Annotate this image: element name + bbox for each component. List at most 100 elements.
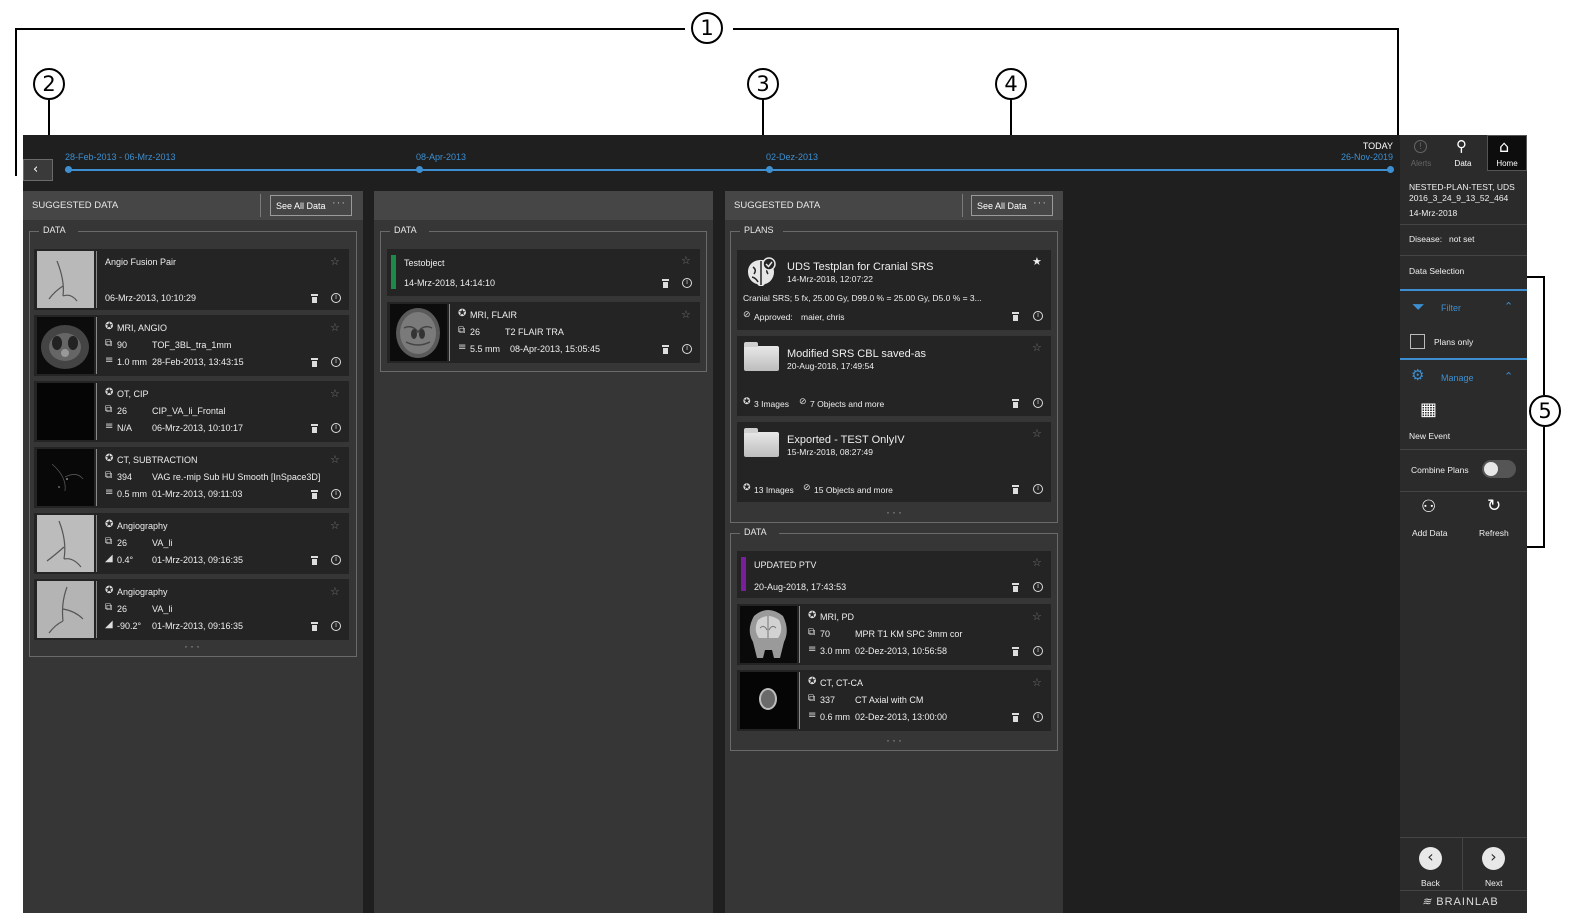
series-name: CIP_VA_li_Frontal [152, 406, 226, 416]
timeline-back-button[interactable]: ‹ [23, 159, 53, 181]
timeline-date-4[interactable]: 26-Nov-2019 [1341, 152, 1393, 162]
star-icon[interactable]: ☆ [330, 585, 340, 598]
back-button[interactable]: ‹ Back [1400, 838, 1462, 890]
manage-section-header[interactable]: ⚙ Manage ⌃ [1400, 358, 1527, 393]
timeline-date-2[interactable]: 08-Apr-2013 [416, 152, 466, 162]
plan-card-exported-test[interactable]: Exported - TEST OnlyIV 15-Mrz-2018, 08:2… [737, 422, 1051, 502]
timeline-track [65, 169, 1391, 171]
star-icon[interactable]: ☆ [330, 387, 340, 400]
data-card-ct-subtraction[interactable]: ✪ CT, SUBTRACTION ⧉ 394 VAG re.-mip Sub … [34, 447, 349, 508]
thumbnail [37, 515, 94, 572]
data-card-testobject[interactable]: Testobject 14-Mrz-2018, 14:14:10 ☆ i [387, 249, 700, 296]
combine-plans-toggle[interactable] [1482, 460, 1516, 478]
refresh-button[interactable]: ↻ Refresh [1464, 495, 1526, 545]
info-icon[interactable]: i [682, 278, 692, 288]
trash-icon[interactable] [311, 424, 318, 433]
info-icon[interactable]: i [331, 555, 341, 565]
info-icon[interactable]: i [331, 293, 341, 303]
timeline-marker-3[interactable] [766, 166, 773, 173]
info-icon[interactable]: i [682, 344, 692, 354]
info-icon[interactable]: i [1033, 398, 1043, 408]
trash-icon[interactable] [1012, 713, 1019, 722]
home-button[interactable]: ⌂ Home [1487, 135, 1527, 171]
data-card-angiography-2[interactable]: ✪ Angiography ⧉ 26 VA_li ◢ -90.2° 01-Mrz… [34, 579, 349, 640]
trash-icon[interactable] [662, 279, 669, 288]
filter-section-header[interactable]: ⏷ Filter ⌃ [1400, 289, 1527, 324]
info-icon[interactable]: i [1033, 311, 1043, 321]
star-icon[interactable]: ☆ [330, 255, 340, 268]
trash-icon[interactable] [662, 345, 669, 354]
star-filled-icon[interactable]: ★ [1032, 255, 1042, 268]
plans-group: PLANS UDS Testplan for Cranial SRS 14-Mr… [730, 225, 1058, 523]
timeline-date-3[interactable]: 02-Dez-2013 [766, 152, 818, 162]
see-all-data-button[interactable]: See All Data ··· [971, 195, 1053, 216]
data-card-mri-flair[interactable]: ✪ MRI, FLAIR ⧉ 26 T2 FLAIR TRA ≡ 5.5 mm … [387, 302, 700, 363]
data-card-angio-fusion[interactable]: Angio Fusion Pair 06-Mrz-2013, 10:10:29 … [34, 249, 349, 310]
data-card-ot-cip[interactable]: ✪ OT, CIP ⧉ 26 CIP_VA_li_Frontal ≡ N/A 0… [34, 381, 349, 442]
trash-icon[interactable] [311, 490, 318, 499]
star-icon[interactable]: ☆ [681, 254, 691, 267]
see-all-data-label: See All Data [276, 201, 326, 211]
folder-icon [744, 342, 779, 371]
divider [260, 194, 261, 217]
show-more-button[interactable]: ··· [886, 733, 904, 747]
filter-icon: ⏷ [1412, 297, 1425, 316]
back-label: Back [1421, 878, 1440, 888]
slice-count: 26 [117, 604, 128, 614]
data-button[interactable]: ⚲ Data [1442, 135, 1484, 171]
timeline-date-1[interactable]: 28-Feb-2013 - 06-Mrz-2013 [65, 152, 176, 162]
star-icon[interactable]: ☆ [1032, 556, 1042, 569]
star-icon[interactable]: ☆ [330, 321, 340, 334]
info-icon[interactable]: i [331, 489, 341, 499]
info-icon[interactable]: i [331, 621, 341, 631]
alerts-button[interactable]: ! Alerts [1400, 135, 1442, 171]
divider [799, 606, 800, 663]
chevron-up-icon[interactable]: ⌃ [1504, 370, 1513, 383]
trash-icon[interactable] [1012, 583, 1019, 592]
plan-card-uds-testplan[interactable]: UDS Testplan for Cranial SRS 14-Mrz-2018… [737, 250, 1051, 330]
next-arrow-icon: › [1482, 847, 1505, 870]
trash-icon[interactable] [311, 358, 318, 367]
see-all-data-button[interactable]: See All Data ··· [270, 195, 352, 216]
chevron-up-icon[interactable]: ⌃ [1504, 300, 1513, 313]
star-icon[interactable]: ☆ [1032, 427, 1042, 440]
star-icon[interactable]: ☆ [681, 308, 691, 321]
divider [96, 251, 97, 308]
data-card-ct-ca[interactable]: ✪ CT, CT-CA ⧉ 337 CT Axial with CM ≡ 0.6… [737, 670, 1051, 731]
trash-icon[interactable] [1012, 312, 1019, 321]
next-button[interactable]: › Next [1463, 838, 1525, 890]
star-icon[interactable]: ☆ [1032, 341, 1042, 354]
trash-icon[interactable] [1012, 485, 1019, 494]
info-icon[interactable]: i [331, 357, 341, 367]
trash-icon[interactable] [311, 622, 318, 631]
data-card-updated-ptv[interactable]: UPDATED PTV 20-Aug-2018, 17:43:53 ☆ i [737, 551, 1051, 598]
star-icon[interactable]: ☆ [1032, 676, 1042, 689]
show-more-button[interactable]: ··· [886, 505, 904, 519]
trash-icon[interactable] [1012, 647, 1019, 656]
info-icon[interactable]: i [1033, 582, 1043, 592]
new-event-button[interactable]: ▦ New Event [1400, 396, 1462, 446]
plan-card-modified-srs[interactable]: Modified SRS CBL saved-as 20-Aug-2018, 1… [737, 336, 1051, 416]
star-icon[interactable]: ☆ [330, 519, 340, 532]
callout-4: 4 [995, 68, 1027, 100]
data-card-mri-angio[interactable]: ✪ MRI, ANGIO ⧉ 90 TOF_3BL_tra_1mm ≡ 1.0 … [34, 315, 349, 376]
add-data-button[interactable]: ⚇ Add Data [1400, 495, 1462, 545]
info-icon[interactable]: i [1033, 646, 1043, 656]
timeline-marker-1[interactable] [65, 166, 72, 173]
plans-only-checkbox[interactable] [1410, 334, 1425, 349]
trash-icon[interactable] [311, 556, 318, 565]
data-card-mri-pd[interactable]: ✪ MRI, PD ⧉ 70 MPR T1 KM SPC 3mm cor ≡ 3… [737, 604, 1051, 665]
star-icon[interactable]: ☆ [1032, 610, 1042, 623]
show-more-button[interactable]: ··· [184, 639, 202, 653]
info-icon[interactable]: i [1033, 484, 1043, 494]
trash-icon[interactable] [1012, 399, 1019, 408]
timeline-today-label: TODAY [1362, 141, 1393, 151]
trash-icon[interactable] [311, 294, 318, 303]
info-icon[interactable]: i [331, 423, 341, 433]
info-icon[interactable]: i [1033, 712, 1043, 722]
data-card-angiography-1[interactable]: ✪ Angiography ⧉ 26 VA_li ◢ 0.4° 01-Mrz-2… [34, 513, 349, 574]
timeline-marker-2[interactable] [416, 166, 423, 173]
timeline-marker-4[interactable] [1387, 166, 1394, 173]
star-icon[interactable]: ☆ [330, 453, 340, 466]
image-count: 13 Images [754, 485, 794, 495]
